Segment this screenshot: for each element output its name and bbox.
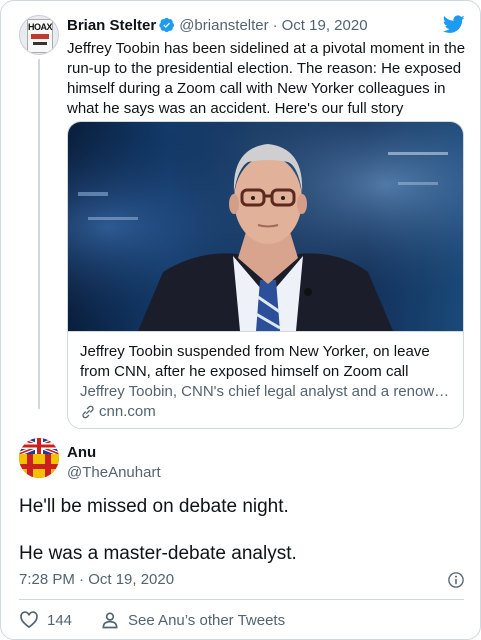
avatar-book-title: HOAX (28, 22, 53, 32)
link-preview-domain: cnn.com (99, 403, 156, 420)
link-preview-text: Jeffrey Toobin suspended from New Yorker… (68, 331, 463, 428)
twitter-bird-icon[interactable] (442, 13, 466, 35)
author-name[interactable]: Brian Stelter (67, 17, 156, 34)
thread-connector-line (38, 59, 40, 409)
reply-actions: 144 See Anu’s other Tweets (19, 610, 285, 630)
reply-author-name[interactable]: Anu (67, 443, 161, 463)
verified-badge-icon (159, 17, 175, 33)
link-preview-title: Jeffrey Toobin suspended from New Yorker… (80, 343, 430, 380)
see-other-tweets-label: See Anu’s other Tweets (128, 611, 286, 629)
divider (19, 599, 464, 600)
reply-text: He'll be missed on debate night. He was … (19, 495, 459, 566)
news-anchor-photo (68, 122, 463, 331)
reply-author-avatar[interactable] (19, 438, 59, 478)
embedded-tweet-card: HOAX Brian Stelter @brianstelter · Oct 1… (0, 0, 481, 640)
avatar-book-image: HOAX (27, 19, 53, 53)
link-preview-card[interactable]: Jeffrey Toobin suspended from New Yorker… (67, 121, 464, 429)
reply-text-line: He'll be missed on debate night. (19, 496, 289, 517)
tweet-text: Jeffrey Toobin has been sidelined at a p… (67, 40, 466, 117)
reply-text-line: He was a master-debate analyst. (19, 543, 297, 564)
tweet-header: Brian Stelter @brianstelter · Oct 19, 20… (67, 15, 368, 35)
heart-icon[interactable] (19, 610, 39, 630)
see-other-tweets-link[interactable]: See Anu’s other Tweets (100, 610, 285, 630)
link-preview-domain-row: cnn.com (80, 402, 453, 422)
avatar-flag-image (19, 438, 59, 478)
tweet-date[interactable]: Oct 19, 2020 (282, 17, 368, 34)
author-avatar[interactable]: HOAX (19, 15, 59, 55)
reply-author-handle[interactable]: @TheAnuhart (67, 463, 161, 483)
separator-dot: · (272, 16, 278, 34)
like-count[interactable]: 144 (47, 612, 72, 629)
link-icon (82, 405, 94, 419)
link-preview-description: Jeffrey Toobin, CNN's chief legal analys… (80, 383, 453, 400)
link-preview-image (68, 122, 463, 331)
reply-header: Anu @TheAnuhart (67, 443, 161, 483)
info-icon[interactable] (447, 571, 465, 589)
person-icon (102, 612, 118, 629)
reply-timestamp[interactable]: 7:28 PM · Oct 19, 2020 (19, 570, 174, 590)
author-handle[interactable]: @brianstelter (179, 17, 268, 34)
